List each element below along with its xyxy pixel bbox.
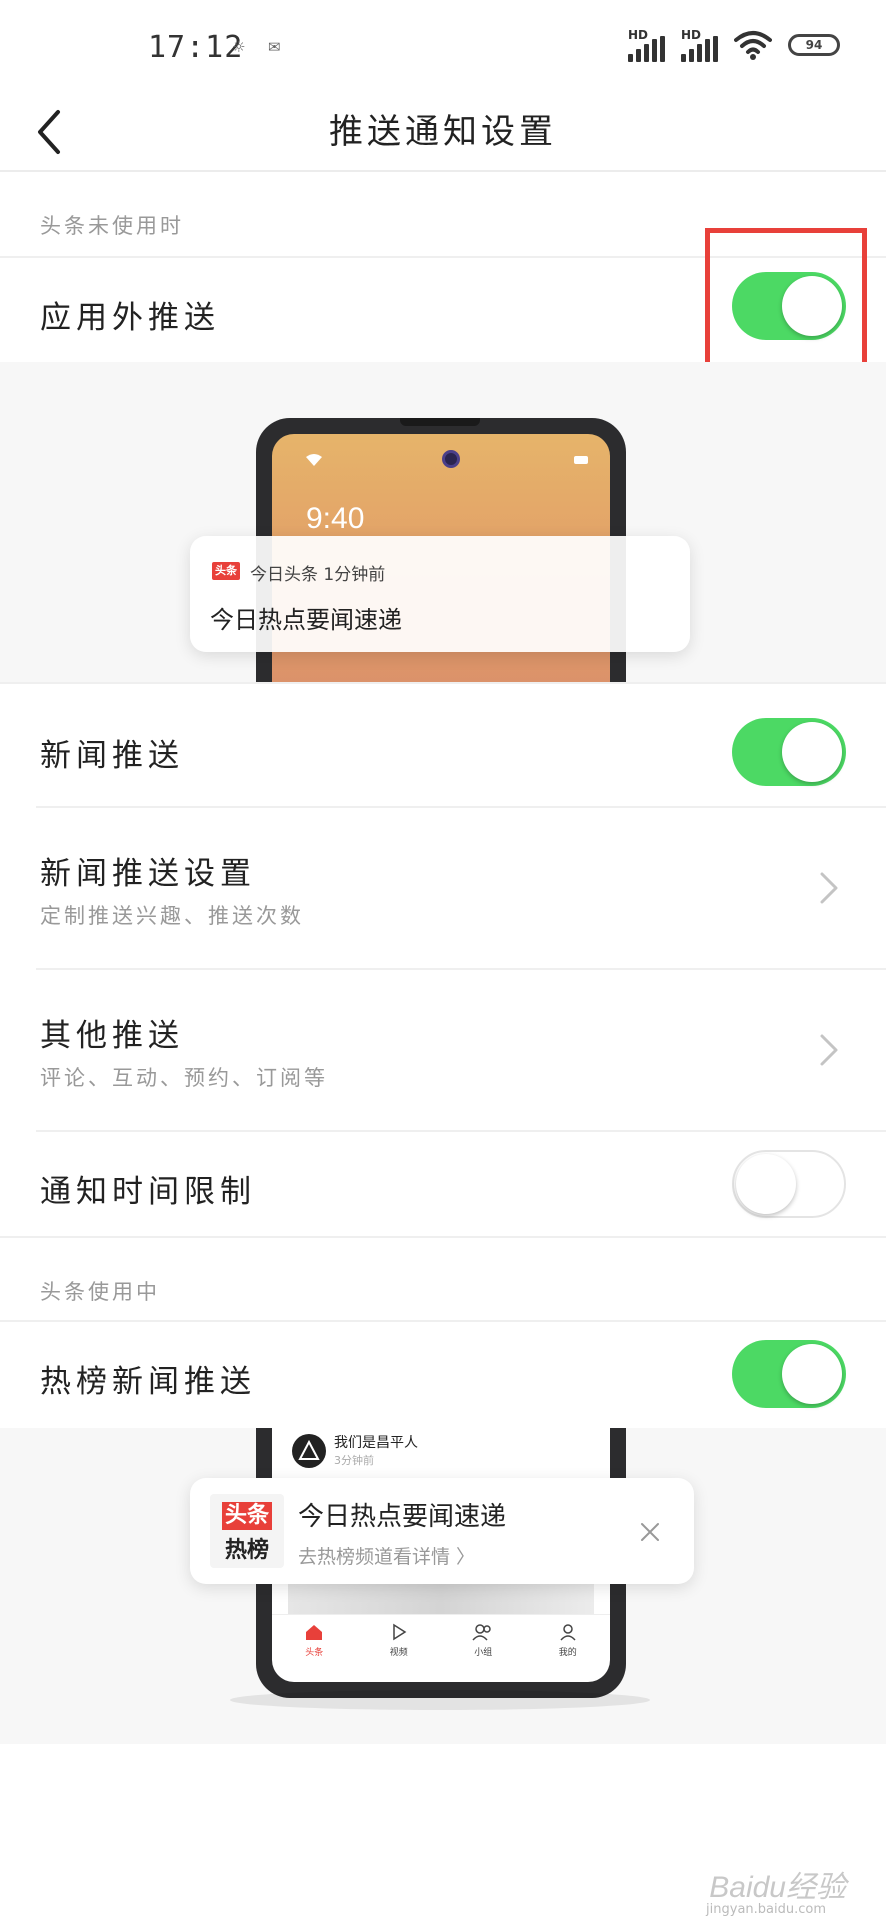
hot-list-link[interactable]: 去热榜频道看详情 〉 <box>298 1542 475 1569</box>
author-name: 我们是昌平人 <box>334 1435 418 1451</box>
wifi-icon <box>306 454 322 466</box>
person-icon <box>560 1624 576 1641</box>
status-time: 17:12 <box>148 30 244 65</box>
battery-icon: 94 <box>788 34 840 56</box>
hot-list-message: 今日热点要闻速递 <box>298 1502 507 1532</box>
wifi-icon <box>734 31 772 60</box>
watermark-url: jingyan.baidu.com <box>706 1902 826 1917</box>
app-logo: 头条 <box>212 562 240 580</box>
news-push-settings-subtitle: 定制推送兴趣、推送次数 <box>40 904 304 928</box>
divider <box>0 1236 886 1238</box>
camera-dot <box>442 450 460 468</box>
other-push-subtitle: 评论、互动、预约、订阅等 <box>40 1066 328 1090</box>
other-push-row[interactable]: 其他推送 评论、互动、预约、订阅等 <box>0 970 886 1130</box>
hot-list-push-row: 热榜新闻推送 <box>0 1322 886 1428</box>
hot-list-push-label: 热榜新闻推送 <box>40 1364 256 1400</box>
tab-video[interactable]: 视频 <box>357 1615 442 1682</box>
highlight-box <box>705 228 867 380</box>
news-push-toggle[interactable] <box>732 718 846 786</box>
section-label-idle: 头条未使用时 <box>40 214 184 238</box>
news-push-settings-row[interactable]: 新闻推送设置 定制推送兴趣、推送次数 <box>0 808 886 968</box>
tab-home[interactable]: 头条 <box>272 1615 357 1682</box>
status-icons: HD HD 94 <box>628 28 840 62</box>
other-push-label: 其他推送 <box>40 1018 184 1054</box>
page-title: 推送通知设置 <box>329 112 557 152</box>
chevron-right-icon <box>820 1034 838 1066</box>
news-push-label: 新闻推送 <box>40 738 184 774</box>
watermark-brand: Baidu经验 <box>709 1871 846 1904</box>
message-icon: ✉ <box>268 38 281 56</box>
notification-time-limit-label: 通知时间限制 <box>40 1174 256 1210</box>
bottom-tab-bar: 头条 视频 小组 我的 <box>272 1614 610 1682</box>
outside-push-label: 应用外推送 <box>40 300 220 336</box>
signal-icon: HD <box>681 28 718 62</box>
tab-me[interactable]: 我的 <box>526 1615 611 1682</box>
hot-list-notification-card: 头条 热榜 今日热点要闻速递 去热榜频道看详情 〉 <box>190 1478 694 1584</box>
hot-list-push-toggle[interactable] <box>732 1340 846 1408</box>
notification-time-limit-toggle[interactable] <box>732 1150 846 1218</box>
section-label-active: 头条使用中 <box>40 1280 160 1304</box>
chevron-right-icon <box>820 872 838 904</box>
notch <box>400 418 480 426</box>
notification-time-limit-row: 通知时间限制 <box>0 1132 886 1236</box>
news-push-settings-label: 新闻推送设置 <box>40 856 256 892</box>
nav-bar: 推送通知设置 <box>0 90 886 172</box>
play-icon <box>393 1623 407 1641</box>
notification-message: 今日热点要闻速递 <box>210 606 402 634</box>
tab-group[interactable]: 小组 <box>441 1615 526 1682</box>
hot-list-logo: 头条 热榜 <box>210 1494 284 1568</box>
status-bar: 17:12 ☼ ✉ HD HD 94 <box>0 0 886 90</box>
home-icon <box>306 1625 323 1640</box>
phone-shadow <box>230 1690 650 1710</box>
notification-app-line: 今日头条 1分钟前 <box>250 565 386 585</box>
close-icon[interactable] <box>638 1520 662 1544</box>
group-icon <box>472 1624 491 1641</box>
signal-icon: HD <box>628 28 665 62</box>
triangle-icon <box>298 1439 320 1460</box>
author-time: 3分钟前 <box>334 1454 374 1467</box>
news-push-row: 新闻推送 <box>0 684 886 806</box>
author-avatar <box>292 1434 326 1468</box>
battery-icon <box>574 456 588 464</box>
lock-screen-time: 9:40 <box>306 502 365 535</box>
notification-card: 头条 今日头条 1分钟前 今日热点要闻速递 <box>190 536 690 652</box>
in-app-preview: 我们是昌平人 3分钟前 头条 视频 小组 我的 头条 热榜 今日热点要闻速递 去… <box>0 1428 886 1744</box>
brightness-icon: ☼ <box>232 38 246 56</box>
lock-screen-preview: 9:40 头条 今日头条 1分钟前 今日热点要闻速递 <box>0 362 886 682</box>
